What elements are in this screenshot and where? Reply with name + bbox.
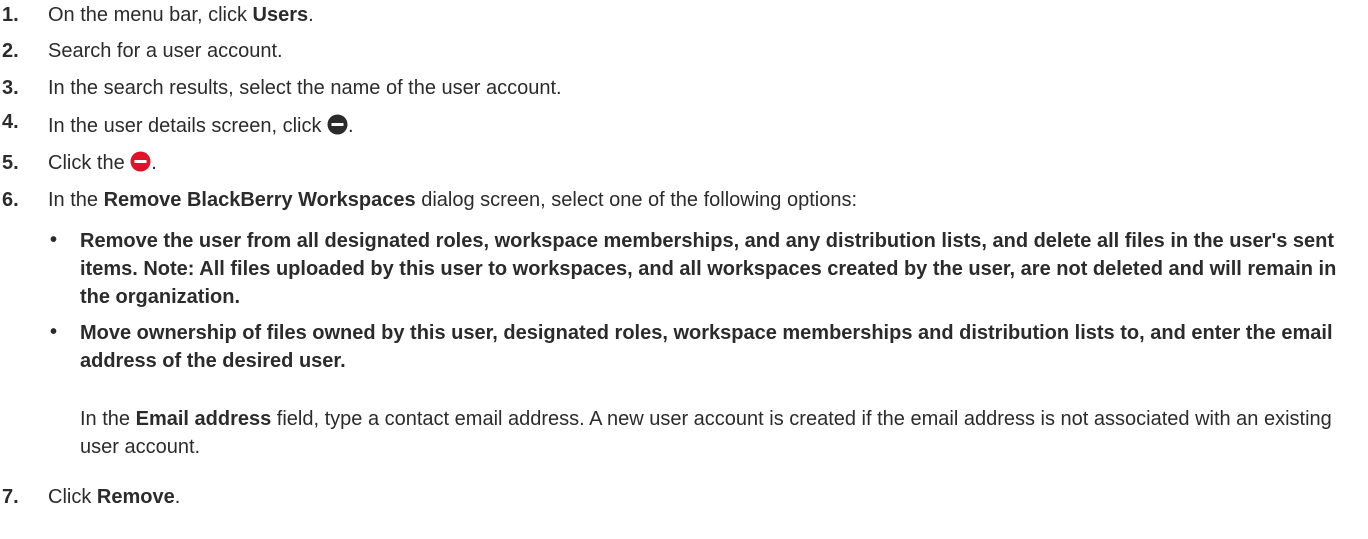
email-address-note: In the Email address field, type a conta…	[80, 408, 1332, 458]
remove-button-label: Remove	[96, 486, 175, 508]
procedure-steps: 1. On the menu bar, click Users. 2. Sear…	[0, 0, 1368, 539]
option-text: Move ownership of files owned by this us…	[80, 322, 1333, 372]
step-number: 6.	[2, 189, 19, 211]
email-address-field-label: Email address	[135, 408, 272, 430]
step-text: Click Remove.	[48, 486, 181, 508]
minus-circle-red-icon	[130, 151, 151, 172]
option-text: Remove the user from all designated role…	[80, 230, 1337, 308]
step-text: Search for a user account.	[48, 40, 283, 62]
step-text: In the search results, select the name o…	[48, 77, 562, 99]
step-number: 2.	[2, 40, 19, 62]
step-number: 5.	[2, 152, 19, 174]
bullet: •	[50, 321, 58, 343]
step-text: On the menu bar, click Users.	[48, 4, 314, 26]
step-text: In the user details screen, click .	[48, 114, 354, 137]
dialog-name-label: Remove BlackBerry Workspaces	[103, 189, 416, 211]
step-number: 1.	[2, 4, 19, 26]
step-number: 4.	[2, 111, 19, 133]
step-number: 3.	[2, 77, 19, 99]
users-menu-label: Users	[252, 4, 309, 26]
step-text: In the Remove BlackBerry Workspaces dial…	[48, 189, 858, 211]
bullet: •	[50, 229, 58, 251]
step-number: 7.	[2, 486, 19, 508]
minus-circle-dark-icon	[327, 114, 348, 135]
step-text: Click the .	[48, 151, 157, 174]
